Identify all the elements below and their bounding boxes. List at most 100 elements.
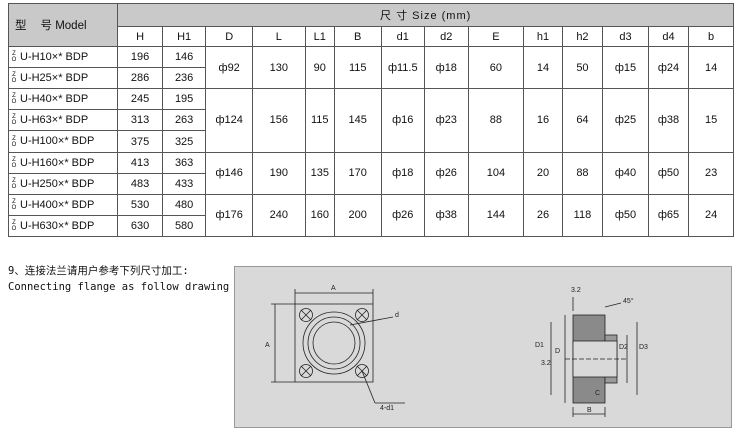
cell-d3: ф15 <box>602 46 649 90</box>
cell-h1: 16 <box>523 88 563 153</box>
model-prefix: ZO <box>11 177 17 190</box>
cell-h: 630 <box>117 214 163 238</box>
cell-d4: ф50 <box>647 151 690 195</box>
cell-l1: 160 <box>304 193 335 238</box>
caption-english: Connecting flange as follow drawing <box>8 281 230 293</box>
cell-h: 483 <box>117 172 163 195</box>
model-name: U-H630×* BDP <box>20 219 95 232</box>
label-chamfer-bottom: 3.2 <box>541 360 551 367</box>
cell-h: 196 <box>117 46 163 69</box>
side-view <box>550 297 638 417</box>
model-name: U-H160×* BDP <box>20 156 95 169</box>
size-header: 尺 寸 Size (mm) <box>117 2 734 28</box>
model-prefix: ZO <box>11 156 17 169</box>
cell-d: ф146 <box>205 151 253 195</box>
model-cell: Z O U-H10×* BDP <box>7 46 119 69</box>
cell-l1: 90 <box>304 46 335 90</box>
cell-h1: 14 <box>523 46 563 90</box>
cell-b: 24 <box>688 193 734 238</box>
cell-d3: ф40 <box>602 151 649 195</box>
label-chamfer-top: 3.2 <box>571 287 581 294</box>
cell-b: 170 <box>333 151 382 195</box>
model-prefix: ZO <box>11 135 17 148</box>
cell-l: 190 <box>251 151 306 195</box>
cell-d1: ф26 <box>380 193 426 238</box>
col-header-d4: d4 <box>647 26 690 48</box>
cell-l: 156 <box>251 88 306 153</box>
col-header-d1: d1 <box>380 26 426 48</box>
cell-h1: 263 <box>161 109 207 132</box>
cell-h1: 26 <box>523 193 563 238</box>
cell-h1: 325 <box>161 130 207 153</box>
flange-drawing: A A d 4-d1 3.2 45° D1 D D2 D3 3.2 C B <box>234 266 732 428</box>
flange-drawing-svg: A A d 4-d1 3.2 45° D1 D D2 D3 3.2 C B <box>265 285 648 417</box>
model-prefix: ZO <box>11 198 17 211</box>
model-name: U-H250×* BDP <box>20 177 95 190</box>
cell-e: 104 <box>467 151 525 195</box>
col-header-l1: L1 <box>304 26 335 48</box>
cell-b: 15 <box>688 88 734 153</box>
cell-l1: 135 <box>304 151 335 195</box>
cell-d: ф92 <box>205 46 253 90</box>
table-row: Z O U-H400×* BDP 530 480 ф176 240 160 200 ф26 ф38 1… <box>7 193 734 238</box>
cell-h1: 195 <box>161 88 207 111</box>
label-B: B <box>587 407 592 414</box>
model-prefix: ZO <box>11 114 17 127</box>
cell-d4: ф38 <box>647 88 690 153</box>
col-header-h: H <box>117 26 163 48</box>
label-A-side: A <box>265 342 270 349</box>
col-header-h1: H1 <box>161 26 207 48</box>
cell-d3: ф25 <box>602 88 649 153</box>
cell-l: 240 <box>251 193 306 238</box>
label-D: D <box>555 348 560 355</box>
cell-e: 60 <box>467 46 525 90</box>
model-cell: Z O U-H630×* BDP <box>7 214 119 238</box>
col-header-b: b <box>688 26 734 48</box>
model-name: U-H63×* BDP <box>20 114 89 127</box>
cell-h: 413 <box>117 151 163 174</box>
label-C: C <box>595 390 600 397</box>
col-header-l: L <box>251 26 306 48</box>
label-D3: D3 <box>639 344 648 351</box>
label-A-top: A <box>331 285 336 292</box>
cell-h: 530 <box>117 193 163 216</box>
cell-h2: 50 <box>561 46 604 90</box>
cell-h: 286 <box>117 67 163 90</box>
model-prefix: ZO <box>11 72 17 85</box>
cell-d4: ф65 <box>647 193 690 238</box>
model-name: U-H40×* BDP <box>20 93 89 106</box>
cell-d2: ф38 <box>424 193 469 238</box>
cell-d1: ф16 <box>380 88 426 153</box>
cell-e: 144 <box>467 193 525 238</box>
model-cell: Z O U-H100×* BDP <box>7 130 119 153</box>
model-name: U-H25×* BDP <box>20 72 89 85</box>
model-cell: Z O U-H400×* BDP <box>7 193 119 216</box>
cell-d: ф176 <box>205 193 253 238</box>
cell-d2: ф26 <box>424 151 469 195</box>
cell-d1: ф11.5 <box>380 46 426 90</box>
model-cell: Z O U-H250×* BDP <box>7 172 119 195</box>
model-prefix: ZO <box>11 93 17 106</box>
cell-h1: 20 <box>523 151 563 195</box>
model-name: U-H100×* BDP <box>20 135 95 148</box>
column-header-row: H H1 D L L1 Bd1 d2 Eh1 h2 d3 d4 b <box>9 26 734 48</box>
cell-d2: ф18 <box>424 46 469 90</box>
cell-e: 88 <box>467 88 525 153</box>
cell-h1: 363 <box>161 151 207 174</box>
cell-h1: 480 <box>161 193 207 216</box>
model-cell: Z O U-H160×* BDP <box>7 151 119 174</box>
col-header-d3: d3 <box>602 26 649 48</box>
label-D2: D2 <box>619 344 628 351</box>
model-name: U-H10×* BDP <box>20 51 89 64</box>
front-view <box>271 289 405 404</box>
col-header-b: B <box>333 26 382 48</box>
caption-chinese: 9、连接法兰请用户参考下列尺寸加工: <box>8 265 189 277</box>
col-header-h1: h1 <box>523 26 563 48</box>
model-cell: Z O U-H40×* BDP <box>7 88 119 111</box>
cell-b: 200 <box>333 193 382 238</box>
cell-h2: 88 <box>561 151 604 195</box>
label-angle: 45° <box>623 297 634 305</box>
cell-d3: ф50 <box>602 193 649 238</box>
col-header-e: E <box>467 26 525 48</box>
cell-h1: 580 <box>161 214 207 238</box>
